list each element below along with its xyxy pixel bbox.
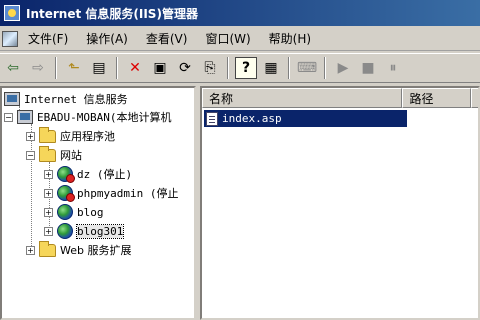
expand-icon[interactable]: + — [44, 226, 53, 236]
iis-app-icon — [4, 5, 20, 21]
tree-server-label: EBADU-MOBAN(本地计算机 — [37, 111, 172, 124]
tree-websites-label: 网站 — [60, 149, 82, 162]
computer-icon[interactable]: ⌨ — [296, 57, 318, 79]
expand-icon[interactable]: + — [26, 245, 35, 255]
list-header: 名称 路径 — [202, 88, 478, 108]
website-icon — [57, 204, 73, 220]
console-icon[interactable]: ▦ — [260, 57, 282, 79]
tree-site-phpmyadmin[interactable]: + phpmyadmin (停止 — [44, 184, 178, 202]
tree-server[interactable]: − EBADU-MOBAN(本地计算机 — [4, 108, 171, 126]
title-bar: Internet 信息服务(IIS)管理器 — [0, 0, 480, 26]
tree-pane[interactable]: Internet 信息服务 − EBADU-MOBAN(本地计算机 + 应用程序… — [0, 86, 196, 320]
toolbar-separator — [116, 57, 118, 79]
stop-icon[interactable]: ■ — [357, 57, 379, 79]
pause-icon[interactable]: ⏸ — [382, 57, 404, 79]
delete-icon[interactable]: ✕ — [124, 57, 146, 79]
console-menu-icon[interactable] — [2, 30, 18, 47]
properties-icon[interactable]: ▣ — [149, 57, 171, 79]
collapse-icon[interactable]: − — [4, 112, 13, 122]
toolbar: ⇦ ⇨ ⬑ ▤ ✕ ▣ ⟳ ⎘ ? ▦ ⌨ ▶ ■ ⏸ — [0, 53, 480, 83]
column-header-name[interactable]: 名称 — [202, 88, 403, 108]
tree-root-label: Internet 信息服务 — [24, 93, 128, 106]
tree-app-pools-label: 应用程序池 — [60, 130, 115, 143]
website-stopped-icon — [57, 185, 75, 202]
asp-file-icon — [206, 111, 218, 126]
tree-root[interactable]: Internet 信息服务 — [4, 90, 128, 108]
expand-icon[interactable]: + — [26, 131, 35, 141]
show-hide-tree-icon[interactable]: ▤ — [88, 57, 110, 79]
menu-help[interactable]: 帮助(H) — [265, 28, 325, 49]
tree-websites[interactable]: − 网站 — [26, 145, 82, 164]
toolbar-separator — [288, 57, 290, 79]
toolbar-separator — [227, 57, 229, 79]
tree-site-label: blog — [77, 205, 104, 219]
computer-icon — [4, 92, 20, 106]
tree-site-blog301[interactable]: + blog301 — [44, 222, 125, 240]
menu-action[interactable]: 操作(A) — [82, 28, 142, 49]
back-icon[interactable]: ⇦ — [2, 57, 24, 79]
collapse-icon[interactable]: − — [26, 150, 35, 160]
tree-web-ext-label: Web 服务扩展 — [60, 244, 132, 257]
tree-site-blog[interactable]: + blog — [44, 203, 104, 221]
expand-icon[interactable]: + — [44, 188, 53, 198]
list-item[interactable]: index.asp — [204, 110, 407, 127]
website-icon — [57, 223, 73, 239]
menu-window[interactable]: 窗口(W) — [201, 28, 264, 49]
toolbar-separator — [324, 57, 326, 79]
tree-site-dz[interactable]: + dz (停止) — [44, 165, 132, 183]
tree-site-label: dz (停止) — [77, 168, 133, 181]
tree-site-label: blog301 — [75, 223, 125, 239]
server-icon — [17, 110, 33, 124]
tree-app-pools[interactable]: + 应用程序池 — [26, 126, 115, 145]
menu-bar: 文件(F) 操作(A) 查看(V) 窗口(W) 帮助(H) — [0, 27, 480, 51]
folder-open-icon — [39, 145, 56, 162]
list-pane[interactable]: 名称 路径 index.asp — [200, 86, 480, 320]
column-header-path[interactable]: 路径 — [402, 88, 471, 108]
refresh-icon[interactable]: ⟳ — [174, 57, 196, 79]
column-header-empty — [471, 88, 478, 108]
main-panes: Internet 信息服务 − EBADU-MOBAN(本地计算机 + 应用程序… — [0, 86, 480, 320]
window-title: Internet 信息服务(IIS)管理器 — [26, 6, 198, 21]
toolbar-separator — [55, 57, 57, 79]
tree-web-extensions[interactable]: + Web 服务扩展 — [26, 240, 132, 259]
website-stopped-icon — [57, 166, 75, 183]
forward-icon[interactable]: ⇨ — [27, 57, 49, 79]
help-icon[interactable]: ? — [235, 57, 257, 79]
menu-file[interactable]: 文件(F) — [24, 28, 82, 49]
list-item-name: index.asp — [222, 112, 282, 125]
folder-icon — [39, 240, 56, 257]
up-folder-icon[interactable]: ⬑ — [63, 57, 85, 79]
folder-icon — [39, 126, 56, 143]
expand-icon[interactable]: + — [44, 169, 53, 179]
export-list-icon[interactable]: ⎘ — [199, 57, 221, 79]
tree-site-label: phpmyadmin (停止 — [77, 187, 179, 200]
menu-view[interactable]: 查看(V) — [142, 28, 202, 49]
expand-icon[interactable]: + — [44, 207, 53, 217]
start-icon[interactable]: ▶ — [332, 57, 354, 79]
